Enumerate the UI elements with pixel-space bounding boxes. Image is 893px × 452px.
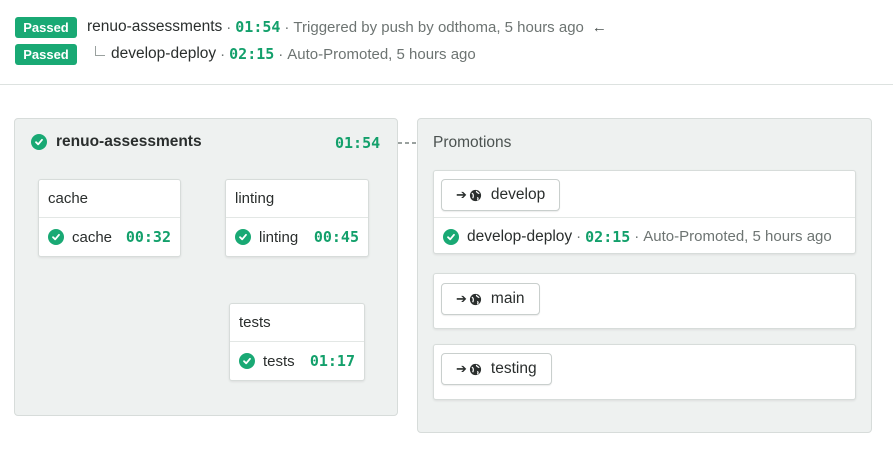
promote-label: main: [490, 290, 525, 307]
pipeline-name[interactable]: renuo-assessments: [87, 18, 222, 36]
workflow-name: renuo-assessments: [56, 133, 202, 150]
check-circle-icon: [443, 228, 459, 245]
job-row-linting[interactable]: linting 00:45: [226, 218, 368, 256]
job-row-cache[interactable]: cache 00:32: [39, 218, 180, 256]
separator-dot: ·: [634, 228, 640, 245]
promote-globe-icon: ➔: [456, 187, 482, 203]
check-circle-icon: [48, 229, 64, 245]
pipeline-duration: 01:54: [235, 18, 281, 36]
promotion-duration: 02:15: [229, 45, 275, 63]
separator-dot: ·: [220, 45, 226, 63]
separator-dot: ·: [278, 45, 284, 63]
promotion-trigger: Auto-Promoted, 5 hours ago: [287, 45, 476, 63]
job-name: linting: [259, 228, 299, 246]
promotion-name[interactable]: develop-deploy: [111, 45, 216, 63]
block-cache: cache cache 00:32: [38, 179, 181, 257]
job-name: cache: [72, 228, 113, 246]
job-name: tests: [263, 352, 295, 370]
block-tests: tests tests 01:17: [229, 303, 365, 381]
promotion-run-trigger: Auto-Promoted, 5 hours ago: [643, 228, 832, 245]
job-duration: 01:17: [309, 352, 355, 370]
job-row-tests[interactable]: tests 01:17: [230, 342, 364, 380]
header-divider: [0, 84, 893, 85]
promotion-card-main: ➔ main: [433, 273, 856, 329]
promotion-card-develop: ➔ develop develop-deploy · 02:15 · Auto-…: [433, 170, 856, 254]
promote-globe-icon: ➔: [456, 361, 482, 377]
pipeline-trigger: Triggered by push by odthoma, 5 hours ag…: [293, 18, 584, 36]
job-duration: 00:32: [125, 228, 171, 246]
arrow-left-icon[interactable]: ←: [592, 19, 607, 36]
promotion-run-duration: 02:15: [585, 227, 631, 246]
promote-button-testing[interactable]: ➔ testing: [441, 353, 552, 385]
promote-button-main[interactable]: ➔ main: [441, 283, 540, 315]
block-linting: linting linting 00:45: [225, 179, 369, 257]
separator-dot: ·: [576, 228, 582, 245]
promote-label: testing: [490, 360, 537, 377]
block-title: cache: [39, 180, 180, 218]
tree-elbow-icon: [95, 46, 105, 56]
workflow-duration: 01:54: [335, 134, 381, 152]
passed-badge: Passed: [15, 16, 77, 38]
separator-dot: ·: [284, 18, 290, 36]
promote-globe-icon: ➔: [456, 291, 482, 307]
promotions-title: Promotions: [433, 134, 512, 151]
promotion-run-row[interactable]: develop-deploy · 02:15 · Auto-Promoted, …: [434, 217, 855, 255]
check-circle-icon: [235, 229, 251, 245]
passed-badge: Passed: [15, 43, 77, 65]
promote-button-develop[interactable]: ➔ develop: [441, 179, 561, 211]
promote-label: develop: [490, 186, 546, 203]
promotion-card-testing: ➔ testing: [433, 344, 856, 400]
check-circle-icon: [31, 134, 47, 150]
block-title: linting: [226, 180, 368, 218]
job-duration: 00:45: [313, 228, 359, 246]
workflow-title: renuo-assessments: [31, 133, 202, 151]
pipeline-header-row: Passed renuo-assessments · 01:54 · Trigg…: [15, 16, 607, 38]
promotion-run-name[interactable]: develop-deploy: [467, 228, 572, 246]
separator-dot: ·: [226, 18, 232, 36]
check-circle-icon: [239, 353, 255, 369]
block-title: tests: [230, 304, 364, 342]
promotion-header-row: Passed develop-deploy · 02:15 · Auto-Pro…: [15, 43, 476, 65]
